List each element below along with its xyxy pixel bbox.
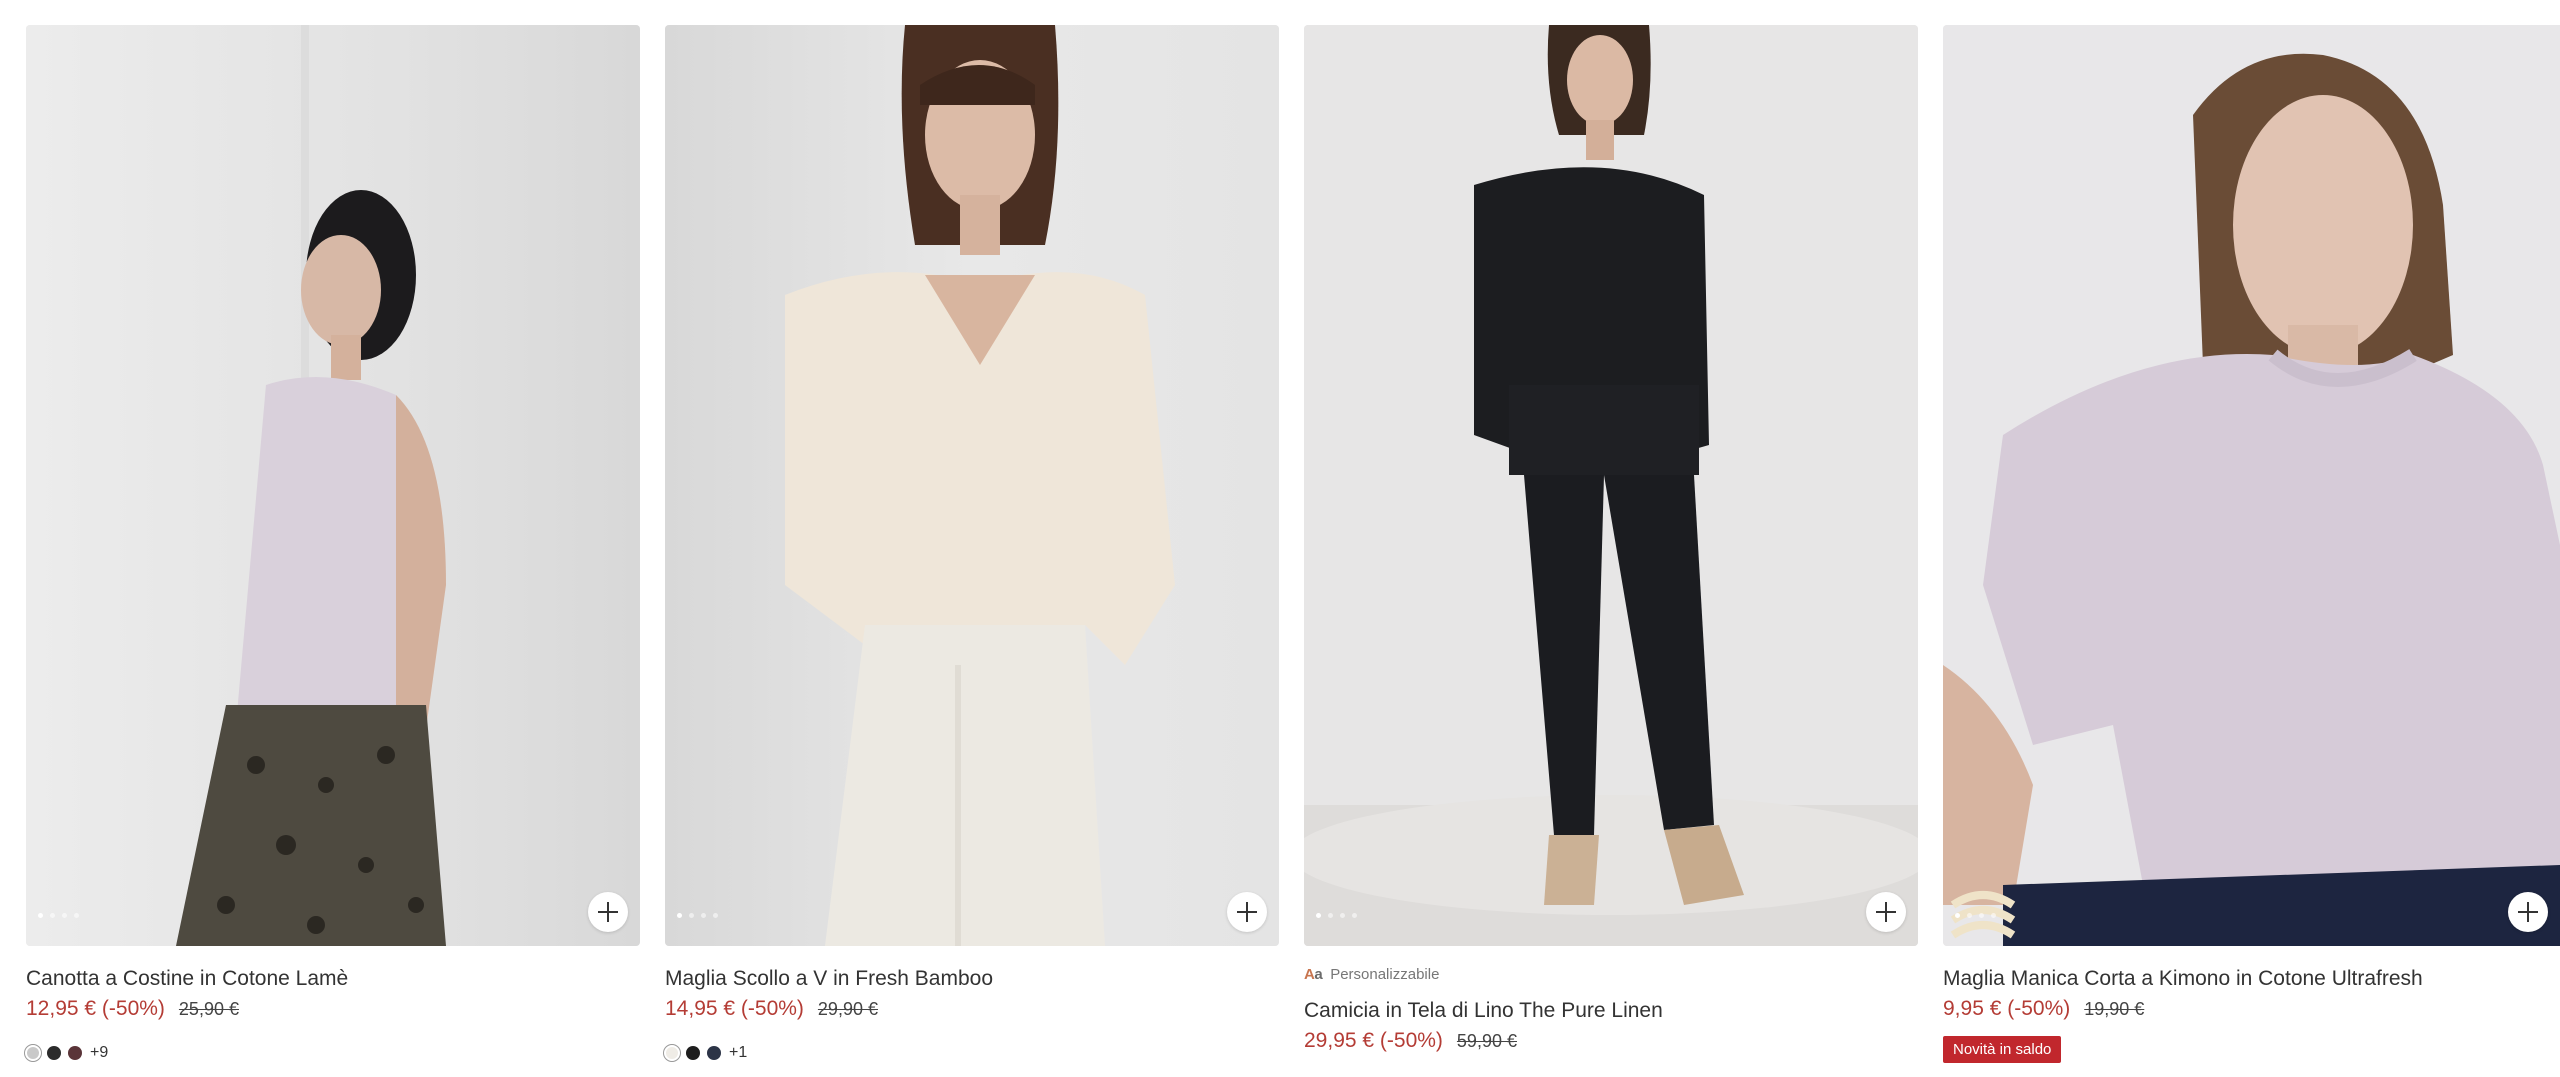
original-price: 29,90 € (817, 999, 878, 1019)
sale-price: 14,95 € (-50%) (665, 997, 804, 1020)
add-to-cart-button[interactable] (588, 892, 628, 932)
color-swatch[interactable] (24, 1044, 42, 1062)
customize-text-icon: Aa (1304, 965, 1323, 983)
original-price: 19,90 € (2084, 999, 2145, 1019)
carousel-dot[interactable] (38, 913, 43, 918)
product-image[interactable] (665, 25, 1279, 946)
plus-icon (1876, 902, 1896, 922)
color-swatch[interactable] (663, 1044, 681, 1062)
carousel-dots[interactable] (38, 913, 79, 919)
add-to-cart-button[interactable] (1227, 892, 1267, 932)
carousel-dot[interactable] (1316, 913, 1321, 918)
color-swatches: +9 (24, 1044, 640, 1062)
sale-price: 29,95 € (-50%) (1304, 1029, 1443, 1052)
original-price: 25,90 € (178, 999, 239, 1019)
product-image[interactable] (1943, 25, 2560, 946)
sale-price: 12,95 € (-50%) (26, 997, 165, 1020)
carousel-dot[interactable] (74, 913, 79, 918)
model-photo-icon (665, 25, 1279, 946)
add-to-cart-button[interactable] (2508, 892, 2548, 932)
carousel-dot[interactable] (701, 913, 706, 918)
product-title[interactable]: Maglia Scollo a V in Fresh Bamboo (665, 966, 1279, 992)
carousel-dot[interactable] (713, 913, 718, 918)
carousel-dots[interactable] (1316, 913, 1357, 919)
original-price: 59,90 € (1456, 1031, 1517, 1051)
color-swatch[interactable] (686, 1046, 700, 1060)
product-card[interactable]: Maglia Manica Corta a Kimono in Cotone U… (1943, 25, 2560, 1077)
carousel-dot[interactable] (689, 913, 694, 918)
model-photo-icon (1943, 25, 2560, 946)
carousel-dot[interactable] (1340, 913, 1345, 918)
customizable-label: Personalizzabile (1330, 965, 1440, 983)
plus-icon (2518, 902, 2538, 922)
color-swatch[interactable] (47, 1046, 61, 1060)
carousel-dot[interactable] (62, 913, 67, 918)
sale-badge: Novità in saldo (1943, 1036, 2062, 1063)
carousel-dot[interactable] (677, 913, 682, 918)
product-card[interactable]: Canotta a Costine in Cotone Lamè 12,95 €… (24, 25, 640, 1077)
product-title[interactable]: Maglia Manica Corta a Kimono in Cotone U… (1943, 966, 2560, 992)
carousel-dots[interactable] (1955, 913, 1996, 919)
product-image[interactable] (26, 25, 640, 946)
product-title[interactable]: Camicia in Tela di Lino The Pure Linen (1304, 998, 1918, 1024)
product-image[interactable] (1304, 25, 1918, 946)
carousel-dot[interactable] (1328, 913, 1333, 918)
carousel-dot[interactable] (1352, 913, 1357, 918)
model-photo-icon (1304, 25, 1918, 946)
customizable-tag: Aa Personalizzabile (1304, 964, 1918, 984)
color-swatch[interactable] (68, 1046, 82, 1060)
model-photo-icon (26, 25, 640, 946)
more-colors-count[interactable]: +9 (90, 1044, 108, 1062)
carousel-dot[interactable] (1991, 913, 1996, 918)
product-grid: Canotta a Costine in Cotone Lamè 12,95 €… (24, 25, 2560, 1077)
carousel-dot[interactable] (1955, 913, 1960, 918)
product-card[interactable]: Aa Personalizzabile Camicia in Tela di L… (1304, 25, 1918, 1077)
carousel-dot[interactable] (50, 913, 55, 918)
add-to-cart-button[interactable] (1866, 892, 1906, 932)
color-swatch[interactable] (707, 1046, 721, 1060)
carousel-dot[interactable] (1979, 913, 1984, 918)
plus-icon (1237, 902, 1257, 922)
carousel-dots[interactable] (677, 913, 718, 919)
product-title[interactable]: Canotta a Costine in Cotone Lamè (26, 966, 640, 992)
carousel-dot[interactable] (1967, 913, 1972, 918)
color-swatches: +1 (663, 1044, 1279, 1062)
product-card[interactable]: Maglia Scollo a V in Fresh Bamboo 14,95 … (663, 25, 1279, 1077)
more-colors-count[interactable]: +1 (729, 1044, 747, 1062)
sale-price: 9,95 € (-50%) (1943, 997, 2071, 1020)
plus-icon (598, 902, 618, 922)
